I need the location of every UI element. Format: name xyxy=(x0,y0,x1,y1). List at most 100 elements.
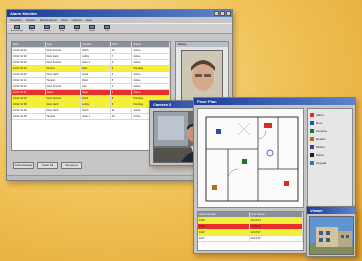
toolbar-label: Print xyxy=(104,29,110,32)
toolbar-button[interactable]: Report xyxy=(86,24,98,33)
close-icon[interactable] xyxy=(226,11,231,16)
toolbar-icon xyxy=(74,25,80,30)
maximize-icon[interactable] xyxy=(220,11,225,16)
status-header-cell[interactable]: Time Stamp xyxy=(250,212,303,217)
table-cell: 10/12 10:14 xyxy=(12,78,46,83)
action-button[interactable]: Clear All xyxy=(37,162,58,169)
alarm-monitor-title: Alarm Monitor xyxy=(10,11,38,16)
table-cell: 10/12 10:15 xyxy=(12,72,46,77)
status-cell: 1026 xyxy=(198,230,250,235)
legend-item[interactable]: Door xyxy=(310,119,350,127)
toolbar-icon xyxy=(104,25,110,30)
table-cell: Door Held xyxy=(46,108,82,113)
alarm-status-grid[interactable]: Alarm Number Time Stamp 1024 10:21:04 1025 10… xyxy=(197,211,304,251)
table-cell: 11 xyxy=(111,108,133,113)
status-row[interactable]: 1027 10:16:33 xyxy=(198,236,303,242)
grid-header-cell[interactable]: Type xyxy=(46,42,82,47)
minimize-icon[interactable] xyxy=(214,11,219,16)
building-photo[interactable] xyxy=(309,216,354,255)
toolbar-icon xyxy=(89,25,95,30)
table-cell: Alarm xyxy=(46,90,82,95)
map-legend: Alarm Door Camera Reader Motion Panel Keypad xyxy=(307,108,353,208)
toolbar-button[interactable]: Print xyxy=(101,24,113,33)
table-cell: Tamper xyxy=(46,114,82,119)
action-button[interactable]: Acknowledge xyxy=(13,162,34,169)
thumbnail-window: Viewer xyxy=(306,206,356,257)
thumbnail-titlebar[interactable]: Viewer xyxy=(307,207,355,214)
grid-header-cell[interactable]: Status xyxy=(132,42,170,47)
toolbar-button[interactable]: Clear xyxy=(26,24,38,33)
legend-label: Motion xyxy=(316,145,326,149)
table-cell: 10/12 10:12 xyxy=(12,84,46,89)
table-row[interactable]: 10/12 10:05 Tamper Gate 1 10 Active xyxy=(12,114,170,120)
table-cell: Door Held xyxy=(46,102,82,107)
grid-header-cell[interactable]: Date xyxy=(12,42,46,47)
legend-item[interactable]: Alarm xyxy=(310,111,350,119)
table-cell: Duress xyxy=(46,66,82,71)
thumbnail-title: Viewer xyxy=(310,208,323,213)
menu-item[interactable]: Maintenance xyxy=(40,17,57,23)
legend-item[interactable]: Camera xyxy=(310,127,350,135)
map-title: Floor Plan xyxy=(197,99,217,104)
floor-plan[interactable] xyxy=(197,108,304,208)
table-cell: Dock xyxy=(81,96,111,101)
menu-item[interactable]: Options xyxy=(72,17,82,23)
floor-plan-drawing xyxy=(205,116,299,202)
table-cell: East xyxy=(81,66,111,71)
table-cell: Active xyxy=(132,84,170,89)
status-cell: 10:21:04 xyxy=(250,218,303,223)
legend-item[interactable]: Motion xyxy=(310,143,350,151)
video-title: Camera 3 xyxy=(153,102,172,107)
map-titlebar[interactable]: Floor Plan xyxy=(194,98,355,105)
menu-item[interactable]: System xyxy=(26,17,36,23)
status-cell: 10:18:47 xyxy=(250,230,303,235)
status-cell: 10:16:33 xyxy=(250,236,303,241)
legend-item[interactable]: Reader xyxy=(310,135,350,143)
alarm-grid[interactable]: Date Type Location Point Status 10/12 10:21 Do… xyxy=(11,41,171,151)
table-cell: 10/12 10:08 xyxy=(12,102,46,107)
legend-swatch-icon xyxy=(310,137,314,141)
action-button[interactable]: Respond xyxy=(61,162,82,169)
status-cell: 1025 xyxy=(198,224,250,229)
legend-swatch-icon xyxy=(310,113,314,117)
table-cell: 2 xyxy=(111,84,133,89)
toolbar-icon xyxy=(59,25,65,30)
toolbar-label: Report xyxy=(88,29,95,32)
legend-swatch-icon xyxy=(310,145,314,149)
alarm-monitor-titlebar[interactable]: Alarm Monitor xyxy=(7,10,232,17)
table-cell: Lobby xyxy=(81,54,111,59)
table-cell: Door Forced xyxy=(46,48,82,53)
toolbar-button[interactable]: Door xyxy=(71,24,83,33)
toolbar-label: Map xyxy=(60,29,64,32)
toolbar-label: Door xyxy=(74,29,80,32)
table-cell: Vault xyxy=(81,90,111,95)
table-cell: Tamper xyxy=(46,78,82,83)
table-cell: Door Forced xyxy=(46,84,82,89)
toolbar-button[interactable]: Acknowledge xyxy=(11,24,23,33)
toolbar-label: Camera xyxy=(43,29,51,32)
table-cell: Active xyxy=(132,60,170,65)
menu-item[interactable]: View xyxy=(61,17,67,23)
legend-item[interactable]: Keypad xyxy=(310,159,350,167)
menu-item[interactable]: Operator xyxy=(10,17,22,23)
table-cell: Door Forced xyxy=(46,96,82,101)
toolbar-button[interactable]: Map xyxy=(56,24,68,33)
grid-header-cell[interactable]: Point xyxy=(111,42,133,47)
table-cell: West xyxy=(81,78,111,83)
table-cell: Lobby xyxy=(81,102,111,107)
table-cell: 1 xyxy=(111,90,133,95)
table-cell: Active xyxy=(132,48,170,53)
table-cell: 10/12 10:05 xyxy=(12,114,46,119)
status-cell: 1024 xyxy=(198,218,250,223)
menu-item[interactable]: Help xyxy=(86,17,92,23)
status-cell: 10:20:12 xyxy=(250,224,303,229)
table-cell: 7 xyxy=(111,54,133,59)
toolbar-icon xyxy=(29,25,35,30)
toolbar-button[interactable]: Camera xyxy=(41,24,53,33)
table-cell: 8 xyxy=(111,96,133,101)
table-cell: Door Held xyxy=(46,72,82,77)
grid-header-cell[interactable]: Location xyxy=(81,42,111,47)
status-header-cell[interactable]: Alarm Number xyxy=(198,212,250,217)
toolbar: Acknowledge Clear Camera Map Door Report Print xyxy=(7,23,232,34)
legend-item[interactable]: Panel xyxy=(310,151,350,159)
